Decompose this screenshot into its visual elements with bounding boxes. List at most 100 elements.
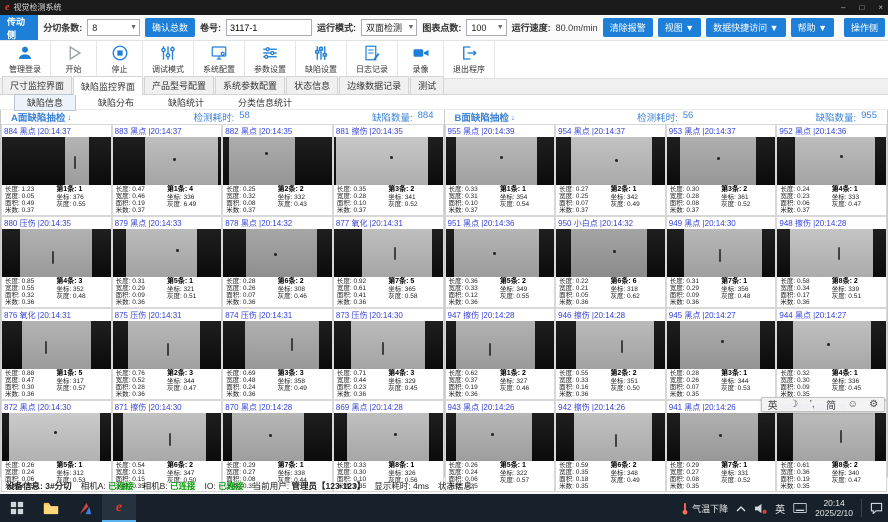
defect-thumbnail[interactable] <box>334 413 443 461</box>
file-explorer-button[interactable] <box>34 494 68 522</box>
slit-count-select[interactable]: 8▼ <box>87 19 140 36</box>
defect-thumbnail[interactable] <box>2 413 111 461</box>
main-tab[interactable]: 缺陷监控界面 <box>73 76 143 95</box>
ime-emoji-icon[interactable]: ☺ <box>848 399 858 410</box>
defect-thumbnail[interactable] <box>446 321 555 369</box>
debug-mode-button[interactable]: 调试模式 <box>143 41 194 78</box>
run-mode-select[interactable]: 双面检测▼ <box>361 19 417 36</box>
defect-thumbnail[interactable] <box>777 321 886 369</box>
defect-cell[interactable]: 882 黑点 |20:14:35长度: 0.25宽度: 0.32面积: 0.08… <box>222 124 333 216</box>
start-button[interactable]: 开始 <box>51 41 97 78</box>
ime-lang-indicator[interactable]: 英 <box>768 397 778 412</box>
defect-cell[interactable]: 873 压伤 |20:14:30长度: 0.71宽度: 0.44面积: 0.23… <box>333 308 444 400</box>
defect-cell[interactable]: 883 黑点 |20:14:37长度: 0.47宽度: 0.46面积: 0.19… <box>112 124 223 216</box>
defect-cell[interactable]: 951 黑点 |20:14:36长度: 0.36宽度: 0.33面积: 0.12… <box>445 216 556 308</box>
defect-cell[interactable]: 941 黑点 |20:14:26长度: 0.29宽度: 0.27面积: 0.08… <box>666 400 777 492</box>
defect-cell[interactable]: 884 黑点 |20:14:37长度: 1.23宽度: 0.05面积: 0.49… <box>1 124 112 216</box>
sort-arrow-icon[interactable]: ↓ <box>511 113 515 122</box>
maximize-button[interactable]: □ <box>859 3 864 12</box>
defect-cell[interactable]: 948 擦伤 |20:14:28长度: 0.58宽度: 0.34面积: 0.17… <box>776 216 887 308</box>
start-button[interactable] <box>0 494 34 522</box>
system-config-button[interactable]: 系统配置 <box>194 41 245 78</box>
roll-number-input[interactable] <box>226 19 312 36</box>
defect-thumbnail[interactable] <box>556 413 665 461</box>
close-button[interactable]: × <box>878 3 883 12</box>
defect-cell[interactable]: 942 擦伤 |20:14:26长度: 0.59宽度: 0.35面积: 0.18… <box>555 400 666 492</box>
operate-side-button[interactable]: 操作侧 <box>844 18 885 37</box>
defect-thumbnail[interactable] <box>2 137 111 185</box>
defect-thumbnail[interactable] <box>113 137 222 185</box>
param-settings-button[interactable]: 参数设置 <box>245 41 296 78</box>
defect-cell[interactable]: 949 黑点 |20:14:30长度: 0.31宽度: 0.29面积: 0.09… <box>666 216 777 308</box>
sub-tab[interactable]: 缺陷统计 <box>156 95 216 110</box>
defect-settings-button[interactable]: 缺陷设置 <box>296 41 347 78</box>
defect-cell[interactable]: 869 黑点 |20:14:28长度: 0.33宽度: 0.30面积: 0.10… <box>333 400 444 492</box>
sub-tab[interactable]: 缺陷分布 <box>86 95 146 110</box>
defect-thumbnail[interactable] <box>446 137 555 185</box>
defect-thumbnail[interactable] <box>556 137 665 185</box>
defect-cell[interactable]: 950 小白点 |20:14:32长度: 0.22宽度: 0.21面积: 0.0… <box>555 216 666 308</box>
main-tab[interactable]: 测试 <box>410 76 444 94</box>
view-menu-button[interactable]: 视图 ▼ <box>658 18 701 37</box>
volume-icon[interactable] <box>754 503 767 514</box>
defect-thumbnail[interactable] <box>113 321 222 369</box>
defect-cell[interactable]: 877 氧化 |20:14:31长度: 0.92宽度: 0.61面积: 0.41… <box>333 216 444 308</box>
defect-cell[interactable]: 876 氧化 |20:14:31长度: 0.88宽度: 0.47面积: 0.30… <box>1 308 112 400</box>
defect-cell[interactable]: 875 压伤 |20:14:31长度: 0.76宽度: 0.52面积: 0.28… <box>112 308 223 400</box>
defect-thumbnail[interactable] <box>223 321 332 369</box>
defect-cell[interactable]: 943 黑点 |20:14:26长度: 0.26宽度: 0.24面积: 0.06… <box>445 400 556 492</box>
record-video-button[interactable]: 录像 <box>398 41 444 78</box>
defect-thumbnail[interactable] <box>334 321 443 369</box>
defect-cell[interactable]: 954 黑点 |20:14:37长度: 0.27宽度: 0.25面积: 0.07… <box>555 124 666 216</box>
main-tab[interactable]: 产品型号配置 <box>144 76 214 94</box>
defect-cell[interactable]: 952 黑点 |20:14:36长度: 0.24宽度: 0.23面积: 0.06… <box>776 124 887 216</box>
defect-thumbnail[interactable] <box>556 229 665 277</box>
defect-thumbnail[interactable] <box>777 137 886 185</box>
inspection-app-button[interactable]: e <box>102 494 136 522</box>
defect-cell[interactable]: 872 黑点 |20:14:30长度: 0.26宽度: 0.24面积: 0.06… <box>1 400 112 492</box>
main-tab[interactable]: 尺寸监控界面 <box>2 76 72 94</box>
clear-alarm-button[interactable]: 清除报警 <box>603 18 653 37</box>
defect-cell[interactable]: 944 黑点 |20:14:27长度: 0.32宽度: 0.30面积: 0.09… <box>776 308 887 400</box>
defect-thumbnail[interactable] <box>777 413 886 461</box>
defect-thumbnail[interactable] <box>2 321 111 369</box>
defect-cell[interactable]: 947 擦伤 |20:14:28长度: 0.62宽度: 0.37面积: 0.19… <box>445 308 556 400</box>
language-indicator[interactable]: 英 <box>775 501 785 516</box>
keyboard-icon[interactable] <box>793 503 807 513</box>
ime-simplified-indicator[interactable]: 简 <box>826 397 836 412</box>
confirm-total-button[interactable]: 确认总数 <box>145 18 195 37</box>
defect-cell[interactable]: 940 擦伤 |20:14:26长度: 0.61宽度: 0.36面积: 0.19… <box>776 400 887 492</box>
sort-arrow-icon[interactable]: ↓ <box>67 113 71 122</box>
exit-program-button[interactable]: 退出程序 <box>444 41 495 78</box>
defect-cell[interactable]: 871 擦伤 |20:14:30长度: 0.54宽度: 0.31面积: 0.15… <box>112 400 223 492</box>
defect-cell[interactable]: 955 黑点 |20:14:39长度: 0.33宽度: 0.31面积: 0.10… <box>445 124 556 216</box>
defect-cell[interactable]: 870 黑点 |20:14:28长度: 0.29宽度: 0.27面积: 0.08… <box>222 400 333 492</box>
defect-thumbnail[interactable] <box>777 229 886 277</box>
defect-cell[interactable]: 878 黑点 |20:14:32长度: 0.28宽度: 0.26面积: 0.07… <box>222 216 333 308</box>
admin-login-button[interactable]: 管理登录 <box>0 41 51 78</box>
main-tab[interactable]: 系统参数配置 <box>215 76 285 94</box>
defect-cell[interactable]: 946 擦伤 |20:14:28长度: 0.55宽度: 0.33面积: 0.16… <box>555 308 666 400</box>
defect-thumbnail[interactable] <box>667 321 776 369</box>
defect-cell[interactable]: 880 压伤 |20:14:35长度: 0.85宽度: 0.55面积: 0.32… <box>1 216 112 308</box>
defect-thumbnail[interactable] <box>446 229 555 277</box>
defect-thumbnail[interactable] <box>556 321 665 369</box>
defect-cell[interactable]: 945 黑点 |20:14:27长度: 0.28宽度: 0.26面积: 0.07… <box>666 308 777 400</box>
log-record-button[interactable]: 日志记录 <box>347 41 398 78</box>
defect-thumbnail[interactable] <box>223 229 332 277</box>
defect-cell[interactable]: 879 黑点 |20:14:33长度: 0.31宽度: 0.29面积: 0.09… <box>112 216 223 308</box>
hidden-icons-chevron[interactable] <box>736 505 746 512</box>
defect-thumbnail[interactable] <box>113 229 222 277</box>
defect-thumbnail[interactable] <box>223 413 332 461</box>
help-menu-button[interactable]: 帮助 ▼ <box>791 18 834 37</box>
sub-tab[interactable]: 缺陷信息 <box>14 94 76 111</box>
main-tab[interactable]: 边缘数据记录 <box>339 76 409 94</box>
defect-thumbnail[interactable] <box>334 229 443 277</box>
defect-thumbnail[interactable] <box>667 413 776 461</box>
app-shortcut-button[interactable] <box>68 494 102 522</box>
main-tab[interactable]: 状态信息 <box>286 76 338 94</box>
defect-thumbnail[interactable] <box>667 229 776 277</box>
chart-points-select[interactable]: 100▼ <box>466 19 506 36</box>
defect-thumbnail[interactable] <box>113 413 222 461</box>
sub-tab[interactable]: 分类信息统计 <box>226 95 304 110</box>
